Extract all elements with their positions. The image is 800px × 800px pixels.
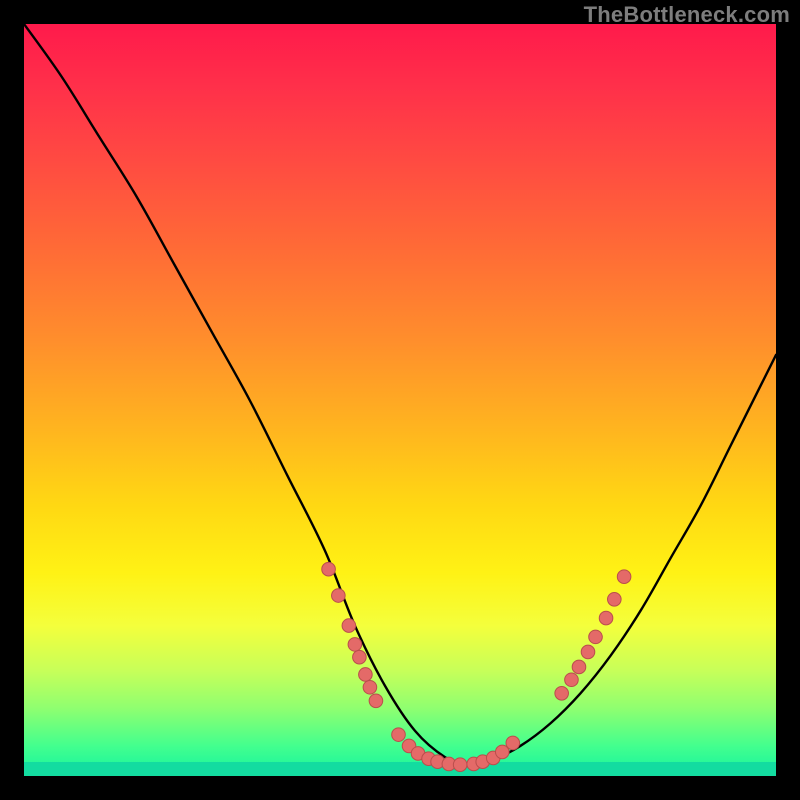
data-marker — [353, 650, 367, 664]
data-marker — [363, 680, 377, 694]
data-marker — [608, 592, 622, 606]
data-marker — [348, 638, 362, 652]
data-marker — [572, 660, 586, 674]
data-marker — [359, 668, 373, 682]
watermark-text: TheBottleneck.com — [584, 2, 790, 28]
data-marker — [555, 686, 569, 700]
data-marker — [453, 758, 467, 772]
data-marker — [565, 673, 579, 687]
data-marker — [332, 589, 346, 603]
chart-stage: TheBottleneck.com — [0, 0, 800, 800]
data-marker — [589, 630, 603, 644]
data-marker — [322, 562, 336, 576]
data-marker — [599, 611, 613, 625]
data-marker — [342, 619, 356, 633]
bottleneck-curve — [24, 24, 776, 765]
data-marker — [617, 570, 631, 584]
plot-area — [24, 24, 776, 776]
data-marker — [506, 736, 520, 750]
data-marker — [581, 645, 595, 659]
data-marker — [392, 728, 406, 742]
data-marker — [369, 694, 383, 708]
curve-layer — [24, 24, 776, 776]
